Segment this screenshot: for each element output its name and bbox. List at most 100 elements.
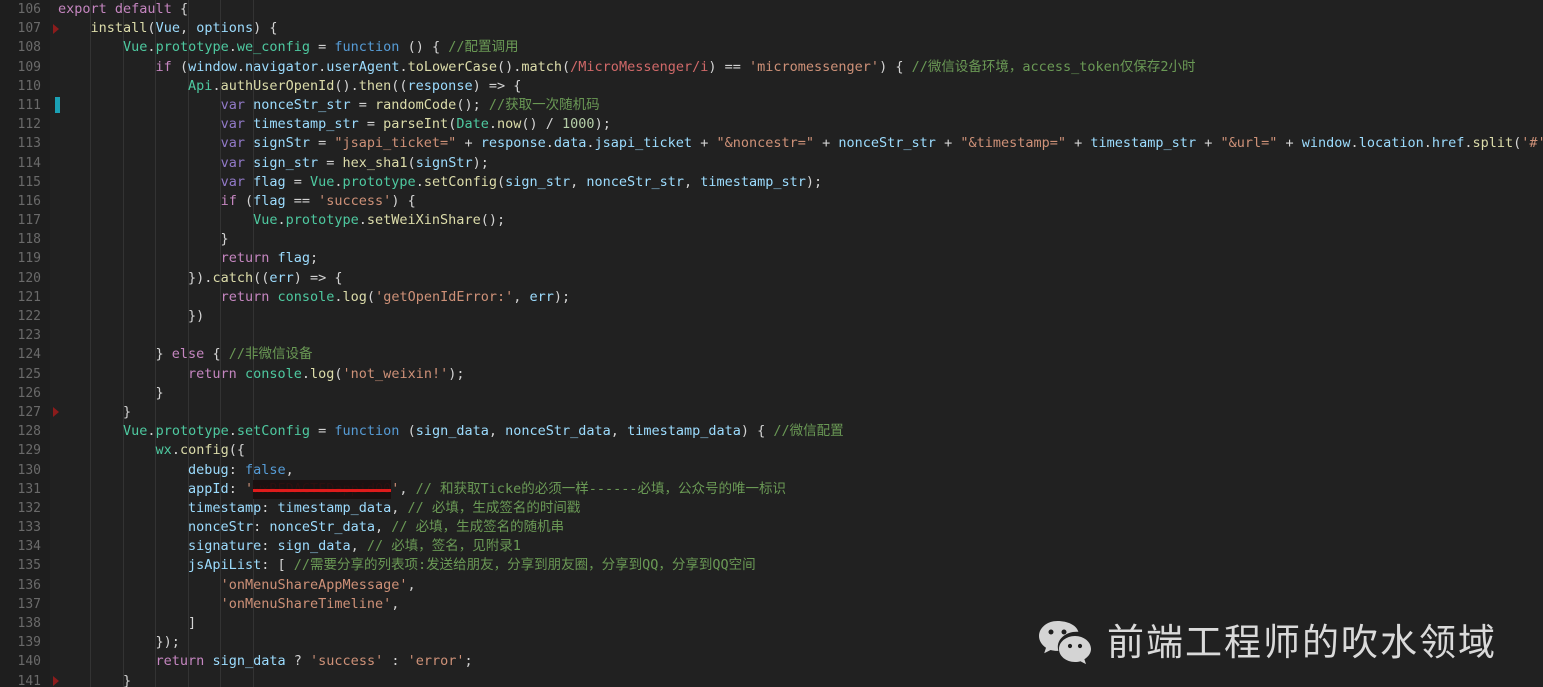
code-token-punc: (): [521, 116, 546, 133]
line-number[interactable]: 129: [0, 441, 50, 460]
line-number[interactable]: 111: [0, 96, 60, 115]
code-token-punc: ]: [58, 615, 197, 631]
code-token-punc: (: [562, 58, 571, 75]
line-number[interactable]: 132: [0, 499, 50, 518]
line-number[interactable]: 128: [0, 422, 50, 441]
line-number[interactable]: 117: [0, 211, 50, 230]
line-number[interactable]: 114: [0, 154, 50, 173]
code-token-str: 'onMenuShareAppMessage': [220, 576, 408, 593]
code-token-meth: randomCode: [375, 96, 457, 113]
line-number[interactable]: 122: [0, 307, 50, 326]
code-line[interactable]: wx.config({: [50, 441, 1543, 460]
code-line[interactable]: }): [50, 307, 1543, 326]
line-number[interactable]: 126: [0, 384, 50, 403]
line-number[interactable]: 120: [0, 269, 50, 288]
line-number[interactable]: 118: [0, 230, 50, 249]
code-line[interactable]: Vue.prototype.setWeiXinShare();: [50, 211, 1543, 230]
line-number[interactable]: 141: [0, 672, 59, 687]
code-token-punc: .: [545, 135, 554, 152]
line-number[interactable]: 123: [0, 326, 50, 345]
code-line[interactable]: var sign_str = hex_sha1(signStr);: [50, 154, 1543, 173]
code-line[interactable]: var timestamp_str = parseInt(Date.now() …: [50, 115, 1543, 134]
code-token-punc: [58, 250, 221, 266]
line-number[interactable]: 135: [0, 556, 50, 575]
code-token-id: err: [269, 269, 294, 286]
line-number[interactable]: 138: [0, 614, 50, 633]
code-line[interactable]: signature: sign_data, // 必填，签名，见附录1: [50, 537, 1543, 556]
line-number[interactable]: 125: [0, 365, 50, 384]
code-token-punc: ((: [391, 77, 408, 94]
line-number[interactable]: 121: [0, 288, 50, 307]
code-line[interactable]: return console.log('not_weixin!');: [50, 365, 1543, 384]
text-cursor: [55, 97, 60, 114]
code-token-punc: );: [472, 154, 489, 171]
fold-marker-icon[interactable]: [53, 676, 59, 687]
code-line[interactable]: }: [50, 230, 1543, 249]
code-line[interactable]: } else { //非微信设备: [50, 345, 1543, 364]
line-number[interactable]: 115: [0, 173, 50, 192]
line-number[interactable]: 127: [0, 403, 59, 422]
code-line[interactable]: Vue.prototype.setConfig = function (sign…: [50, 422, 1543, 441]
code-line[interactable]: if (flag == 'success') {: [50, 192, 1543, 211]
fold-marker-icon[interactable]: [53, 407, 59, 418]
code-token-punc: (: [407, 154, 416, 171]
code-line[interactable]: }: [50, 384, 1543, 403]
code-line[interactable]: }).catch((err) => {: [50, 269, 1543, 288]
code-line[interactable]: var signStr = "jsapi_ticket=" + response…: [50, 134, 1543, 153]
code-line[interactable]: [50, 326, 1543, 345]
line-number[interactable]: 108: [0, 38, 50, 57]
code-token-punc: :: [261, 538, 278, 555]
line-number[interactable]: 119: [0, 249, 50, 268]
code-line[interactable]: appId: 'wxREDACTEDappid00', // 和获取Ticke的…: [50, 479, 1543, 499]
code-line[interactable]: 'onMenuShareTimeline',: [50, 595, 1543, 614]
line-number[interactable]: 107: [0, 19, 59, 38]
code-token-cmt: //获取一次随机码: [488, 96, 600, 113]
line-number[interactable]: 139: [0, 633, 50, 652]
code-token-punc: }: [58, 403, 132, 420]
line-number-gutter[interactable]: 106 107 108 109 110 111 112 113 114 115 116 117 118 1…: [0, 0, 60, 687]
code-line[interactable]: var nonceStr_str = randomCode(); //获取一次随…: [50, 96, 1543, 115]
code-token-meth: now: [496, 116, 522, 133]
code-line[interactable]: jsApiList: [ //需要分享的列表项:发送给朋友，分享到朋友圈，分享到…: [50, 556, 1543, 575]
code-line[interactable]: Vue.prototype.we_config = function () { …: [50, 38, 1543, 57]
fold-marker-icon[interactable]: [53, 23, 59, 34]
code-token-call: Vue: [253, 212, 278, 229]
code-token-id: timestamp_str: [253, 116, 359, 133]
line-number[interactable]: 133: [0, 518, 50, 537]
line-number[interactable]: 112: [0, 115, 50, 134]
code-line[interactable]: }: [50, 672, 1543, 687]
code-lines[interactable]: export default { install(Vue, options) {…: [50, 0, 1543, 687]
line-number[interactable]: 140: [0, 652, 50, 671]
code-token-punc: [58, 538, 188, 554]
line-number[interactable]: 110: [0, 77, 50, 96]
code-line[interactable]: return flag;: [50, 249, 1543, 268]
redacted-appid-value: wxREDACTEDappid00: [253, 479, 392, 499]
code-line[interactable]: debug: false,: [50, 461, 1543, 480]
line-number[interactable]: 124: [0, 345, 50, 364]
code-line[interactable]: install(Vue, options) {: [50, 19, 1543, 38]
line-number[interactable]: 136: [0, 576, 50, 595]
code-line[interactable]: export default {: [50, 0, 1543, 19]
code-line[interactable]: }: [50, 403, 1543, 422]
line-number[interactable]: 113: [0, 134, 50, 153]
line-number[interactable]: 137: [0, 595, 50, 614]
code-line[interactable]: nonceStr: nonceStr_data, // 必填，生成签名的随机串: [50, 518, 1543, 537]
line-number[interactable]: 106: [0, 0, 50, 19]
code-token-punc: [58, 519, 188, 535]
line-number[interactable]: 131: [0, 480, 50, 499]
code-token-punc: .: [488, 116, 497, 133]
code-line[interactable]: return console.log('getOpenIdError:', er…: [50, 288, 1543, 307]
line-number[interactable]: 116: [0, 192, 50, 211]
line-number[interactable]: 134: [0, 537, 50, 556]
code-line[interactable]: var flag = Vue.prototype.setConfig(sign_…: [50, 173, 1543, 192]
code-content-area[interactable]: export default { install(Vue, options) {…: [50, 0, 1543, 687]
code-line[interactable]: timestamp: timestamp_data, // 必填，生成签名的时间…: [50, 499, 1543, 518]
code-line[interactable]: Api.authUserOpenId().then((response) => …: [50, 77, 1543, 96]
code-editor[interactable]: 106 107 108 109 110 111 112 113 114 115 116 117 118 1…: [0, 0, 1543, 687]
line-number[interactable]: 109: [0, 58, 50, 77]
code-line[interactable]: if (window.navigator.userAgent.toLowerCa…: [50, 58, 1543, 77]
line-number[interactable]: 130: [0, 461, 50, 480]
code-token-num: 1000: [562, 116, 595, 133]
code-line[interactable]: 'onMenuShareAppMessage',: [50, 576, 1543, 595]
code-token-op: =>: [310, 269, 327, 286]
